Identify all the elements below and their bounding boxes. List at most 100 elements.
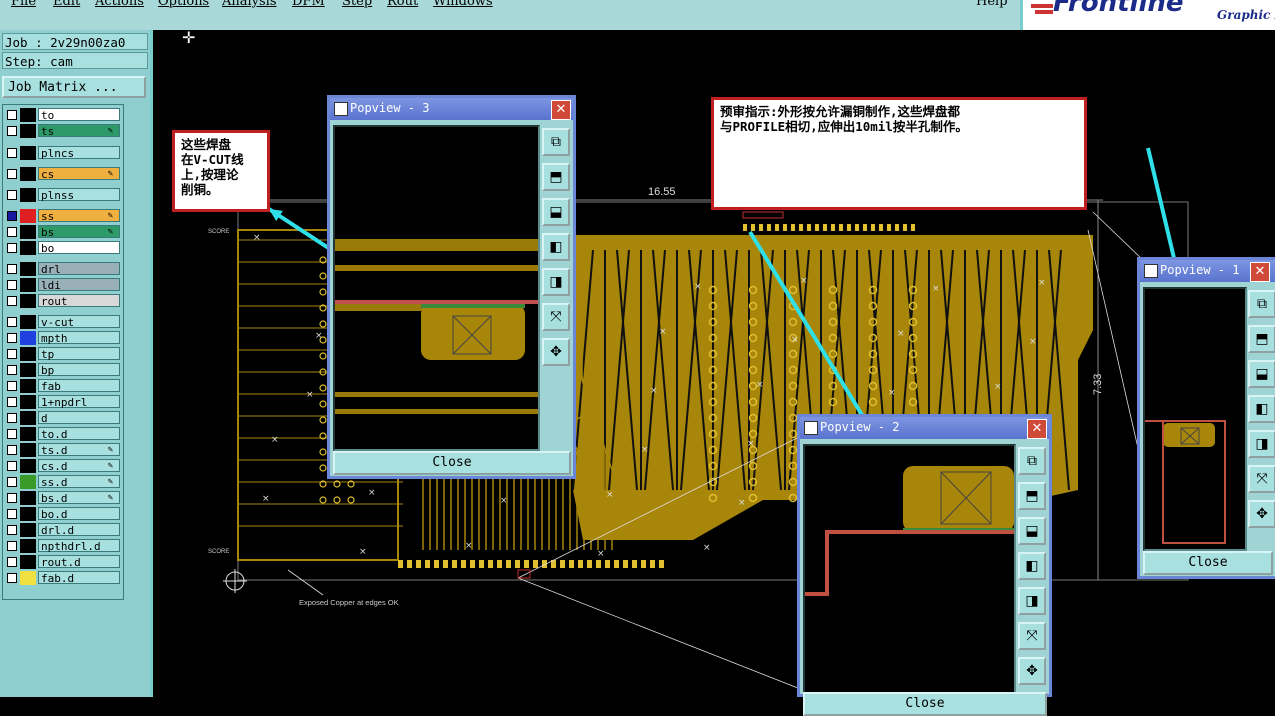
- layer-row-fab.d[interactable]: fab.d: [3, 570, 123, 586]
- menu-options[interactable]: Options: [158, 0, 209, 9]
- layer-row-bs[interactable]: bs ✎: [3, 224, 123, 240]
- close-button[interactable]: Close: [333, 451, 571, 475]
- pan-left-icon[interactable]: ◧: [542, 233, 570, 261]
- layer-row-tp[interactable]: tp: [3, 346, 123, 362]
- layer-color-swatch[interactable]: [20, 459, 36, 473]
- layer-name[interactable]: ldi: [38, 278, 120, 292]
- layer-color-swatch[interactable]: [20, 475, 36, 489]
- layer-name[interactable]: cs ✎: [38, 167, 120, 181]
- layer-name[interactable]: bp: [38, 363, 120, 377]
- layer-checkbox[interactable]: [7, 148, 17, 158]
- layer-name[interactable]: tp: [38, 347, 120, 361]
- menu-edit[interactable]: Edit: [53, 0, 80, 9]
- zoom-out-icon[interactable]: ✥: [1248, 500, 1275, 528]
- layer-row-drl[interactable]: drl: [3, 261, 123, 277]
- zoom-in-icon[interactable]: ⧉: [542, 128, 570, 156]
- menu-file[interactable]: File: [11, 0, 36, 9]
- popview-1-window[interactable]: Popview - 1 ✕ ⧉ ⬒ ⬓ ◧ ◨ ⤧ ✥ Close: [1137, 257, 1275, 579]
- popview-viewport[interactable]: [803, 444, 1016, 694]
- pan-right-icon[interactable]: ◨: [1018, 587, 1046, 615]
- popview-titlebar[interactable]: Popview - 1 ✕: [1140, 260, 1275, 282]
- layer-row-cs.d[interactable]: cs.d ✎: [3, 458, 123, 474]
- layer-color-swatch[interactable]: [20, 294, 36, 308]
- layer-name[interactable]: fab.d: [38, 571, 120, 585]
- popview-titlebar[interactable]: Popview - 2 ✕: [800, 417, 1049, 439]
- pan-up-icon[interactable]: ⬒: [1248, 325, 1275, 353]
- layer-row-cs[interactable]: cs ✎: [3, 166, 123, 182]
- layer-color-swatch[interactable]: [20, 331, 36, 345]
- layer-color-swatch[interactable]: [20, 571, 36, 585]
- pan-up-icon[interactable]: ⬒: [1018, 482, 1046, 510]
- layer-name[interactable]: bo: [38, 241, 120, 255]
- layer-row-ldi[interactable]: ldi: [3, 277, 123, 293]
- layer-color-swatch[interactable]: [20, 379, 36, 393]
- layer-color-swatch[interactable]: [20, 167, 36, 181]
- layer-name[interactable]: plncs: [38, 146, 120, 160]
- pan-down-icon[interactable]: ⬓: [1248, 360, 1275, 388]
- menu-step[interactable]: Step: [342, 0, 372, 9]
- layer-name[interactable]: ss ✎: [38, 209, 120, 223]
- zoom-out-icon[interactable]: ✥: [542, 338, 570, 366]
- layer-row-to[interactable]: to: [3, 107, 123, 123]
- layer-row-bo.d[interactable]: bo.d: [3, 506, 123, 522]
- layer-color-swatch[interactable]: [20, 555, 36, 569]
- popview-viewport[interactable]: [333, 125, 540, 451]
- job-matrix-button[interactable]: Job Matrix ...: [2, 76, 146, 98]
- layer-checkbox[interactable]: [7, 227, 17, 237]
- pan-right-icon[interactable]: ◨: [1248, 430, 1275, 458]
- layer-name[interactable]: cs.d ✎: [38, 459, 120, 473]
- zoom-out-icon[interactable]: ✥: [1018, 657, 1046, 685]
- close-icon[interactable]: ✕: [1027, 419, 1047, 439]
- layer-name[interactable]: to: [38, 108, 120, 122]
- layer-color-swatch[interactable]: [20, 124, 36, 138]
- layer-color-swatch[interactable]: [20, 539, 36, 553]
- layer-color-swatch[interactable]: [20, 523, 36, 537]
- pan-up-icon[interactable]: ⬒: [542, 163, 570, 191]
- layer-name[interactable]: mpth: [38, 331, 120, 345]
- layer-row-d[interactable]: d: [3, 410, 123, 426]
- layer-color-swatch[interactable]: [20, 347, 36, 361]
- layer-row-mpth[interactable]: mpth: [3, 330, 123, 346]
- layer-checkbox[interactable]: [7, 110, 17, 120]
- pan-right-icon[interactable]: ◨: [542, 268, 570, 296]
- layer-row-npthdrl.d[interactable]: npthdrl.d: [3, 538, 123, 554]
- layer-row-bs.d[interactable]: bs.d ✎: [3, 490, 123, 506]
- layer-color-swatch[interactable]: [20, 427, 36, 441]
- layer-name[interactable]: 1+npdrl: [38, 395, 120, 409]
- zoom-in-icon[interactable]: ⧉: [1248, 290, 1275, 318]
- menu-actions[interactable]: Actions: [95, 0, 144, 9]
- layer-name[interactable]: npthdrl.d: [38, 539, 120, 553]
- layer-checkbox[interactable]: [7, 413, 17, 423]
- layer-color-swatch[interactable]: [20, 108, 36, 122]
- layer-row-1+npdrl[interactable]: 1+npdrl: [3, 394, 123, 410]
- layer-color-swatch[interactable]: [20, 363, 36, 377]
- layer-checkbox[interactable]: [7, 126, 17, 136]
- layer-checkbox[interactable]: [7, 264, 17, 274]
- layer-checkbox[interactable]: [7, 190, 17, 200]
- layer-color-swatch[interactable]: [20, 262, 36, 276]
- layer-checkbox[interactable]: [7, 280, 17, 290]
- popview-2-window[interactable]: Popview - 2 ✕ ⧉ ⬒ ⬓ ◧ ◨ ⤧ ✥ Close: [797, 414, 1052, 716]
- layer-checkbox[interactable]: [7, 541, 17, 551]
- layer-name[interactable]: drl: [38, 262, 120, 276]
- zoom-in-icon[interactable]: ⧉: [1018, 447, 1046, 475]
- layer-color-swatch[interactable]: [20, 443, 36, 457]
- layer-checkbox[interactable]: [7, 317, 17, 327]
- close-button[interactable]: Close: [1143, 551, 1273, 575]
- layer-checkbox[interactable]: [7, 525, 17, 535]
- layer-name[interactable]: to.d: [38, 427, 120, 441]
- layer-row-drl.d[interactable]: drl.d: [3, 522, 123, 538]
- layer-color-swatch[interactable]: [20, 507, 36, 521]
- layer-name[interactable]: drl.d: [38, 523, 120, 537]
- layer-color-swatch[interactable]: [20, 188, 36, 202]
- layer-row-to.d[interactable]: to.d: [3, 426, 123, 442]
- layer-checkbox[interactable]: [7, 573, 17, 583]
- layer-checkbox[interactable]: [7, 333, 17, 343]
- menu-windows[interactable]: Windows: [433, 0, 493, 9]
- layer-checkbox[interactable]: [7, 381, 17, 391]
- layer-checkbox[interactable]: [7, 397, 17, 407]
- layer-checkbox[interactable]: [7, 509, 17, 519]
- pan-down-icon[interactable]: ⬓: [1018, 517, 1046, 545]
- pan-left-icon[interactable]: ◧: [1018, 552, 1046, 580]
- layer-color-swatch[interactable]: [20, 411, 36, 425]
